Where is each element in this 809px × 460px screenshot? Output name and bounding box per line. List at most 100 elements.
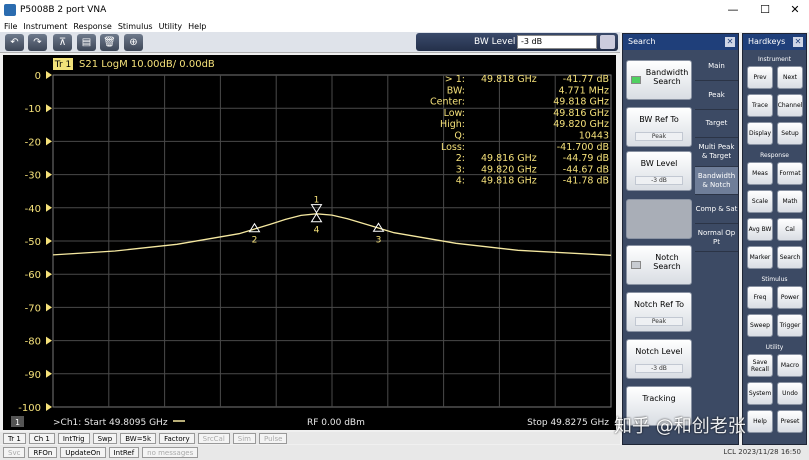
- hardkey-cal[interactable]: Cal: [777, 218, 803, 241]
- save-icon[interactable]: ▤: [77, 34, 96, 51]
- delete-icon[interactable]: 🗑: [100, 34, 119, 51]
- tab-target[interactable]: Target: [695, 110, 738, 138]
- status-pulse[interactable]: Pulse: [259, 432, 288, 444]
- y-tick-marker: [46, 270, 52, 279]
- status-ch-1[interactable]: Ch 1: [28, 432, 55, 444]
- readout-label: 4:: [456, 176, 465, 187]
- status-bw-5k[interactable]: BW=5k: [120, 432, 157, 444]
- hardkey-macro[interactable]: Macro: [777, 354, 803, 377]
- tab-multi-peak-target[interactable]: Multi Peak & Target: [695, 139, 738, 167]
- hardkey-power[interactable]: Power: [777, 286, 803, 309]
- trace-display[interactable]: 0 -10 -20 -30 -40 -50 -60 -70 -80 -90 -100 1 2 3 4 Tr 1…: [3, 55, 616, 430]
- search-panel-title: Search: [628, 37, 656, 46]
- bw-level-input[interactable]: -3 dB: [517, 35, 597, 49]
- softkey-bw-level[interactable]: BW Level -3 dB: [626, 151, 692, 191]
- menu-utility[interactable]: Utility: [159, 22, 183, 31]
- app-icon: [4, 4, 16, 16]
- channel-number: 1: [15, 418, 20, 427]
- hardkey-format[interactable]: Format: [777, 162, 803, 185]
- softkey-bandwidth-search[interactable]: Bandwidth Search: [626, 60, 692, 100]
- undo-icon[interactable]: ↶: [5, 34, 24, 51]
- menu-instrument[interactable]: Instrument: [23, 22, 67, 31]
- readout-label: Center:: [430, 97, 465, 108]
- hardkey-trace[interactable]: Trace: [747, 94, 773, 117]
- hardkey-undo[interactable]: Undo: [777, 382, 803, 405]
- tab-main[interactable]: Main: [695, 53, 738, 81]
- status-srccal[interactable]: SrcCal: [197, 432, 230, 444]
- y-tick-label: -70: [25, 303, 41, 314]
- close-icon[interactable]: ✕: [793, 37, 803, 47]
- softkey-notch-search[interactable]: Notch Search: [626, 245, 692, 285]
- bw-level-entry: BW Level -3 dB: [416, 33, 618, 51]
- readout-freq: 49.816 GHz: [481, 153, 537, 164]
- watermark: 知乎 @和创老张: [614, 416, 746, 437]
- hardkey-freq[interactable]: Freq: [747, 286, 773, 309]
- softkey-notch-level[interactable]: Notch Level -3 dB: [626, 339, 692, 379]
- softkey-notch-ref-to[interactable]: Notch Ref To Peak: [626, 292, 692, 332]
- softkey-blank: [626, 199, 692, 239]
- hardkey-preset[interactable]: Preset: [777, 410, 803, 433]
- hardkey-display[interactable]: Display: [747, 122, 773, 145]
- minimize-button[interactable]: —: [718, 0, 748, 20]
- softkey-bw-ref-to[interactable]: BW Ref To Peak: [626, 107, 692, 147]
- hardkey-save-recall[interactable]: Save Recall: [747, 354, 773, 377]
- trace-chart: 0 -10 -20 -30 -40 -50 -60 -70 -80 -90 -100 1 2 3 4 Tr 1…: [11, 58, 612, 428]
- marker-2-label: 2: [252, 236, 258, 246]
- menu-file[interactable]: File: [4, 22, 17, 31]
- redo-icon[interactable]: ↷: [28, 34, 47, 51]
- close-icon[interactable]: ✕: [725, 37, 735, 47]
- menu-help[interactable]: Help: [188, 22, 206, 31]
- readout-value: 4.771 MHz: [558, 85, 609, 96]
- menu-stimulus[interactable]: Stimulus: [118, 22, 153, 31]
- hardkey-help[interactable]: Help: [747, 410, 773, 433]
- hardkey-marker[interactable]: Marker: [747, 246, 773, 269]
- hardkey-search[interactable]: Search: [777, 246, 803, 269]
- maximize-button[interactable]: ☐: [750, 0, 780, 20]
- tab-normal-op-pt[interactable]: Normal Op Pt: [695, 224, 738, 252]
- hardkey-system[interactable]: System: [747, 382, 773, 405]
- y-tick-marker: [46, 137, 52, 146]
- y-tick-label: -80: [25, 337, 41, 348]
- marker-icon[interactable]: ⊼: [53, 34, 72, 51]
- zoom-icon[interactable]: ⊕: [124, 34, 143, 51]
- hardkey-sweep[interactable]: Sweep: [747, 314, 773, 337]
- hardkey-scale[interactable]: Scale: [747, 190, 773, 213]
- tab-comp-sat[interactable]: Comp & Sat: [695, 196, 738, 224]
- status-svc[interactable]: Svc: [3, 447, 26, 458]
- softkey-label: Bandwidth Search: [645, 68, 689, 86]
- readout-value: -41.77 dB: [563, 74, 609, 85]
- y-tick-label: -50: [25, 237, 41, 248]
- hardkey-trigger[interactable]: Trigger: [777, 314, 803, 337]
- status-rfon[interactable]: RFOn: [28, 447, 58, 458]
- keypad-icon[interactable]: [600, 35, 615, 49]
- hardkey-group-stimulus: Stimulus: [761, 276, 788, 283]
- y-tick-label: -90: [25, 370, 41, 381]
- hardkey-channel[interactable]: Channel: [777, 94, 803, 117]
- status-inttrig[interactable]: IntTrig: [57, 432, 90, 444]
- softkey-label: Notch Ref To: [634, 300, 684, 309]
- status-factory[interactable]: Factory: [159, 432, 195, 444]
- readout-value: 49.818 GHz: [553, 97, 609, 108]
- hardkey-setup[interactable]: Setup: [777, 122, 803, 145]
- close-button[interactable]: ✕: [780, 0, 809, 20]
- status-intref[interactable]: IntRef: [108, 447, 140, 458]
- y-tick-label: -100: [18, 403, 41, 414]
- tab-bandwidth-notch[interactable]: Bandwidth & Notch: [695, 167, 738, 195]
- menu-response[interactable]: Response: [73, 22, 111, 31]
- hardkey-next[interactable]: Next: [777, 66, 803, 89]
- hardkey-meas[interactable]: Meas: [747, 162, 773, 185]
- status-tr-1[interactable]: Tr 1: [3, 432, 26, 444]
- hardkey-avg-bw[interactable]: Avg BW: [747, 218, 773, 241]
- status-swp[interactable]: Swp: [92, 432, 118, 444]
- status-sim[interactable]: Sim: [232, 432, 257, 444]
- hardkey-math[interactable]: Math: [777, 190, 803, 213]
- status-updateon[interactable]: UpdateOn: [60, 447, 106, 458]
- marker-1-label: 1: [314, 196, 320, 206]
- status-no-messages[interactable]: no messages: [142, 447, 199, 458]
- tab-peak[interactable]: Peak: [695, 82, 738, 110]
- indicator-led: [631, 76, 641, 84]
- readout-freq: 49.820 GHz: [481, 164, 537, 175]
- softkey-value: Peak: [635, 132, 683, 141]
- y-tick-label: -20: [25, 137, 41, 148]
- hardkey-prev[interactable]: Prev: [747, 66, 773, 89]
